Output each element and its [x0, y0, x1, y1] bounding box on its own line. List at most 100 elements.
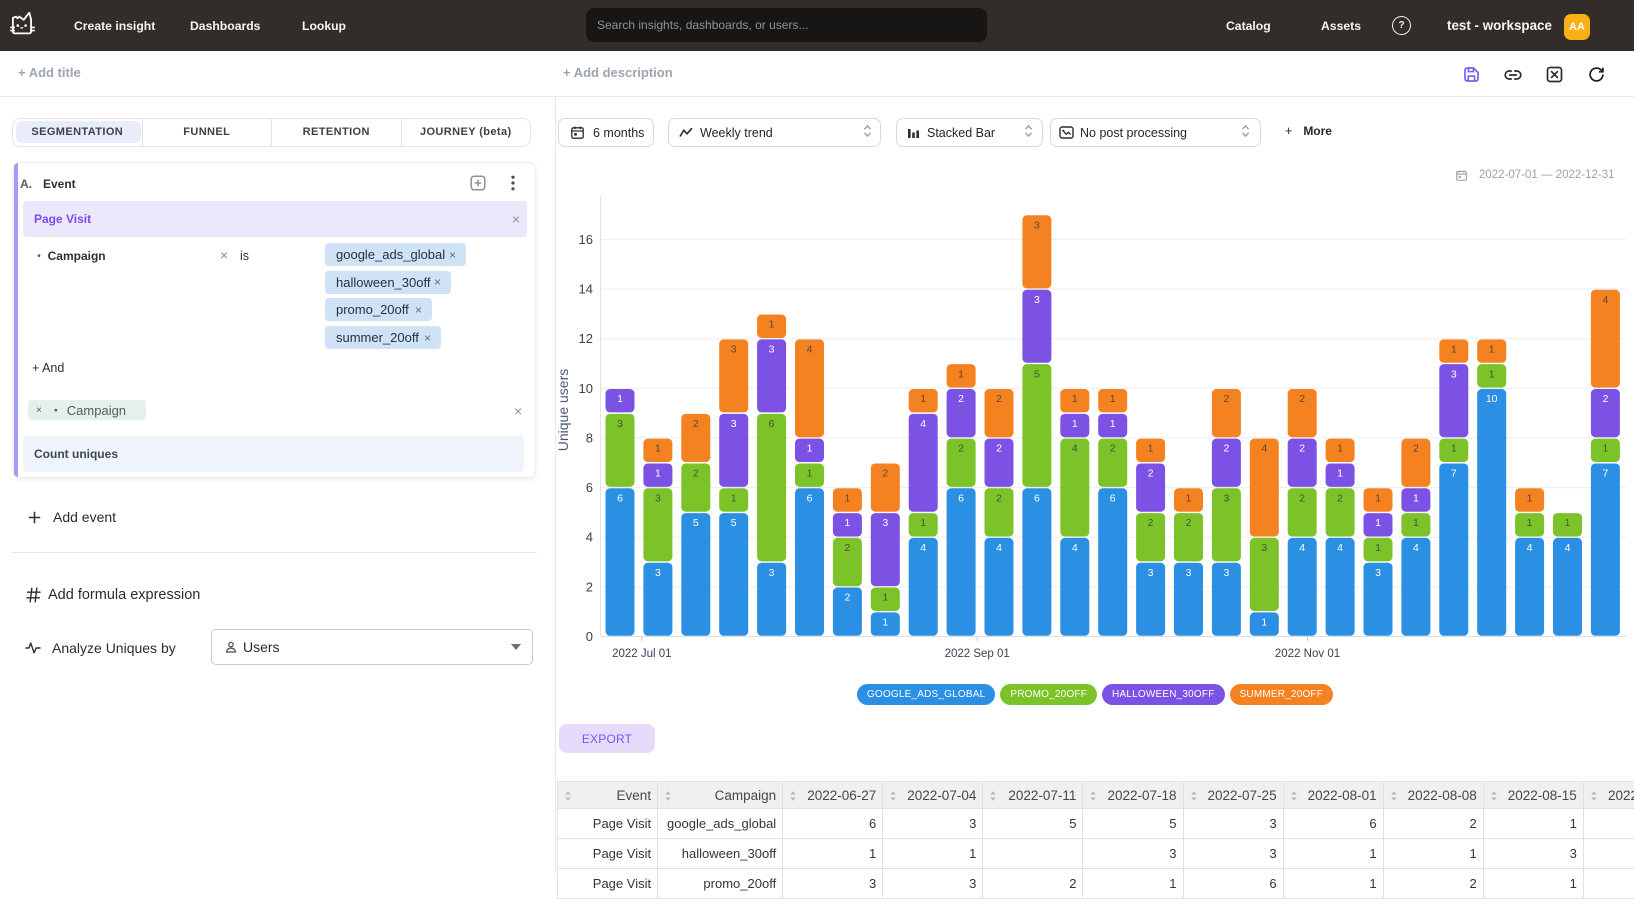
svg-text:5: 5 — [1034, 368, 1040, 380]
svg-text:1: 1 — [1527, 517, 1533, 529]
svg-text:3: 3 — [1148, 567, 1154, 579]
svg-text:16: 16 — [579, 232, 593, 247]
svg-text:3: 3 — [617, 418, 623, 430]
svg-text:1: 1 — [1489, 343, 1495, 355]
svg-text:1: 1 — [1261, 616, 1267, 628]
svg-text:12: 12 — [579, 331, 593, 346]
svg-text:4: 4 — [1565, 542, 1571, 554]
svg-text:3: 3 — [731, 343, 737, 355]
svg-text:3: 3 — [731, 418, 737, 430]
svg-text:1: 1 — [1337, 443, 1343, 455]
svg-text:10: 10 — [1486, 393, 1498, 405]
svg-text:1: 1 — [958, 368, 964, 380]
svg-text:1: 1 — [920, 517, 926, 529]
svg-text:4: 4 — [920, 542, 926, 554]
svg-text:3: 3 — [1223, 567, 1229, 579]
svg-text:4: 4 — [1413, 542, 1419, 554]
svg-text:2: 2 — [996, 443, 1002, 455]
svg-text:1: 1 — [1413, 492, 1419, 504]
svg-text:1: 1 — [882, 616, 888, 628]
svg-text:4: 4 — [1527, 542, 1533, 554]
svg-text:3: 3 — [655, 492, 661, 504]
svg-text:1: 1 — [1072, 418, 1078, 430]
svg-text:4: 4 — [1072, 443, 1078, 455]
svg-text:3: 3 — [1261, 542, 1267, 554]
svg-text:2: 2 — [996, 492, 1002, 504]
svg-text:3: 3 — [769, 343, 775, 355]
svg-text:4: 4 — [996, 542, 1002, 554]
svg-text:1: 1 — [731, 492, 737, 504]
svg-text:2: 2 — [996, 393, 1002, 405]
svg-text:3: 3 — [655, 567, 661, 579]
svg-text:4: 4 — [586, 530, 593, 545]
svg-text:0: 0 — [586, 629, 593, 644]
svg-text:2: 2 — [693, 418, 699, 430]
svg-text:4: 4 — [1261, 443, 1267, 455]
svg-text:3: 3 — [882, 517, 888, 529]
svg-text:14: 14 — [579, 282, 593, 297]
svg-text:2: 2 — [1148, 468, 1154, 480]
svg-text:1: 1 — [1451, 343, 1457, 355]
svg-text:6: 6 — [1034, 492, 1040, 504]
svg-text:2: 2 — [1337, 492, 1343, 504]
svg-text:1: 1 — [1110, 418, 1116, 430]
svg-text:1: 1 — [1375, 542, 1381, 554]
svg-text:2022 Sep 01: 2022 Sep 01 — [945, 648, 1010, 660]
svg-text:1: 1 — [920, 393, 926, 405]
svg-text:2: 2 — [844, 542, 850, 554]
svg-text:1: 1 — [1413, 517, 1419, 529]
svg-text:3: 3 — [1375, 567, 1381, 579]
svg-text:4: 4 — [807, 343, 813, 355]
svg-text:3: 3 — [1223, 492, 1229, 504]
svg-text:2: 2 — [958, 393, 964, 405]
svg-text:1: 1 — [807, 468, 813, 480]
svg-text:2: 2 — [1299, 443, 1305, 455]
svg-text:2: 2 — [1602, 393, 1608, 405]
svg-text:2022 Jul 01: 2022 Jul 01 — [612, 648, 671, 660]
svg-text:2022 Nov 01: 2022 Nov 01 — [1275, 648, 1340, 660]
svg-text:Unique users: Unique users — [556, 369, 571, 452]
svg-text:1: 1 — [1186, 492, 1192, 504]
svg-text:4: 4 — [920, 418, 926, 430]
svg-text:1: 1 — [882, 592, 888, 604]
svg-text:1: 1 — [1489, 368, 1495, 380]
svg-text:4: 4 — [1602, 294, 1608, 306]
svg-text:6: 6 — [617, 492, 623, 504]
svg-text:2: 2 — [1223, 443, 1229, 455]
svg-text:3: 3 — [1034, 294, 1040, 306]
svg-text:1: 1 — [1375, 492, 1381, 504]
svg-text:2: 2 — [586, 579, 593, 594]
svg-text:7: 7 — [1602, 468, 1608, 480]
svg-text:1: 1 — [1565, 517, 1571, 529]
svg-text:1: 1 — [844, 517, 850, 529]
svg-text:2: 2 — [958, 443, 964, 455]
svg-text:1: 1 — [655, 443, 661, 455]
svg-text:1: 1 — [1110, 393, 1116, 405]
svg-text:3: 3 — [1451, 368, 1457, 380]
svg-text:4: 4 — [1072, 542, 1078, 554]
svg-text:6: 6 — [958, 492, 964, 504]
svg-text:7: 7 — [1451, 468, 1457, 480]
svg-text:1: 1 — [1451, 443, 1457, 455]
svg-text:2: 2 — [844, 592, 850, 604]
svg-text:5: 5 — [693, 517, 699, 529]
svg-text:5: 5 — [731, 517, 737, 529]
svg-text:1: 1 — [1602, 443, 1608, 455]
svg-text:6: 6 — [586, 480, 593, 495]
svg-text:2: 2 — [1223, 393, 1229, 405]
svg-text:8: 8 — [586, 430, 593, 445]
svg-text:2: 2 — [1186, 517, 1192, 529]
svg-text:1: 1 — [655, 468, 661, 480]
svg-text:6: 6 — [769, 418, 775, 430]
svg-text:1: 1 — [1072, 393, 1078, 405]
svg-text:1: 1 — [844, 492, 850, 504]
svg-text:2: 2 — [1148, 517, 1154, 529]
svg-text:2: 2 — [1299, 393, 1305, 405]
svg-text:2: 2 — [1413, 443, 1419, 455]
svg-text:6: 6 — [1110, 492, 1116, 504]
svg-text:4: 4 — [1337, 542, 1343, 554]
svg-text:2: 2 — [1110, 443, 1116, 455]
svg-text:4: 4 — [1299, 542, 1305, 554]
svg-text:3: 3 — [1034, 219, 1040, 231]
svg-text:1: 1 — [1375, 517, 1381, 529]
